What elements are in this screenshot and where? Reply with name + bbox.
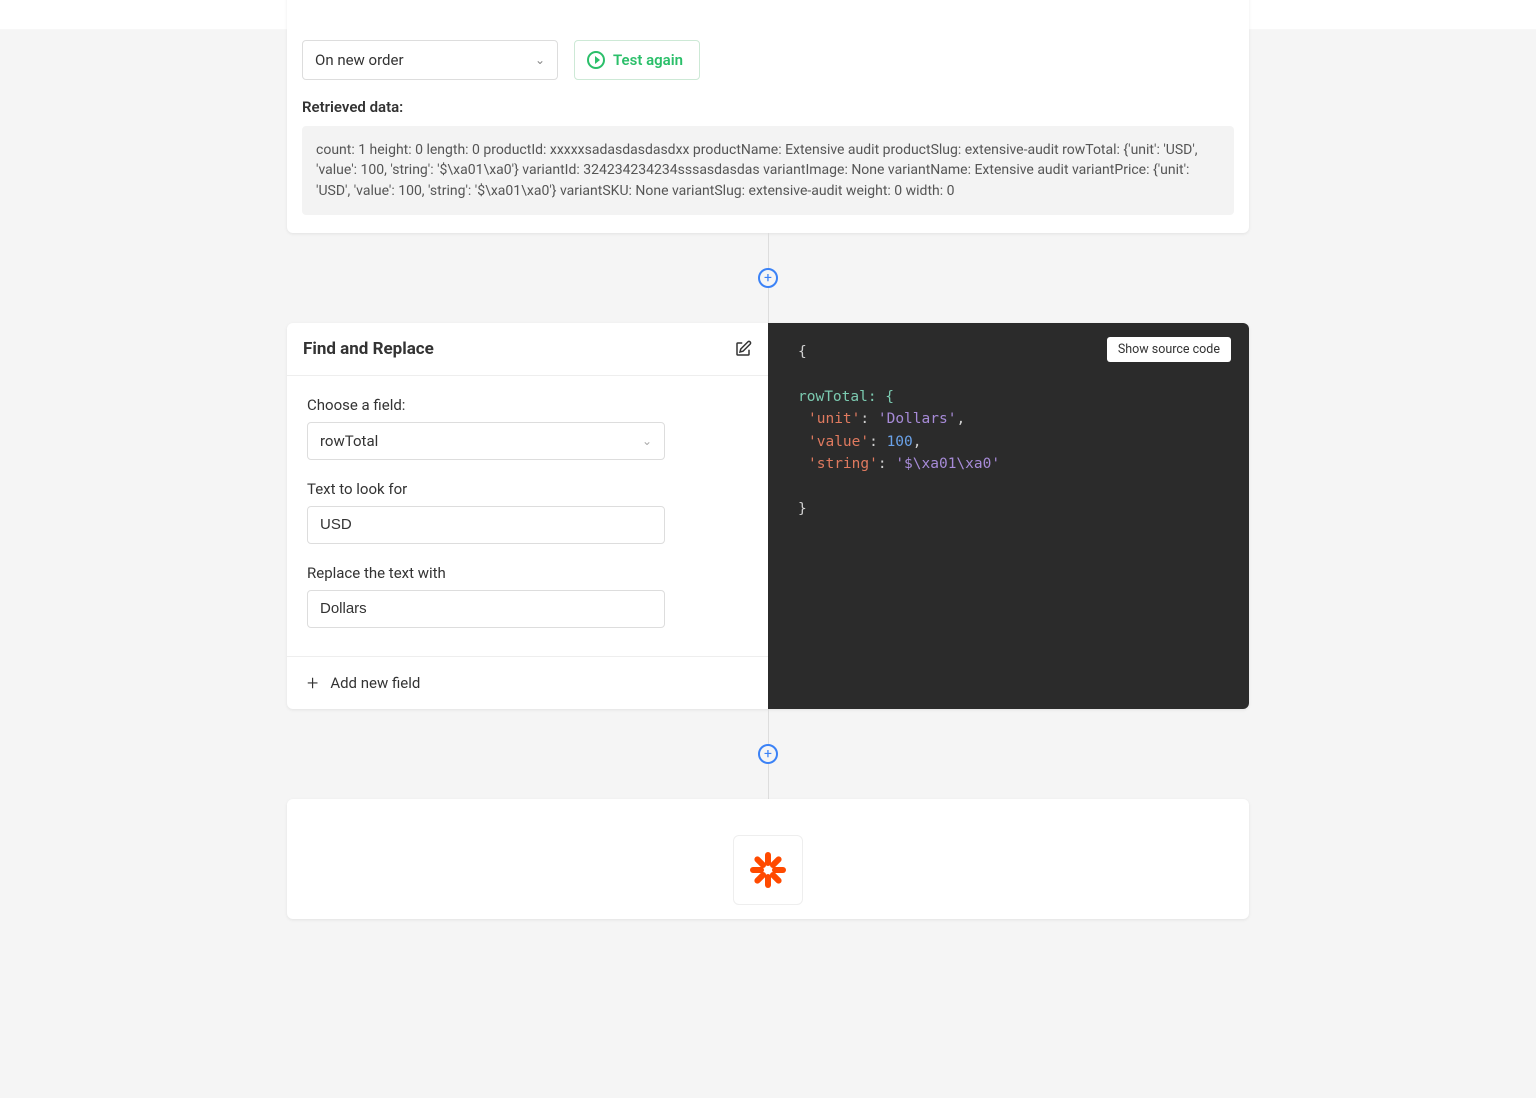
add-step-button[interactable]: + xyxy=(758,744,778,764)
look-for-input-el[interactable] xyxy=(320,516,652,533)
code-val-string: '$\xa01\xa0' xyxy=(895,456,1000,472)
zapier-icon xyxy=(748,850,788,890)
replace-with-label: Replace the text with xyxy=(307,564,748,582)
app-logo-box xyxy=(733,835,803,905)
flow-connector: + xyxy=(767,709,769,799)
look-for-label: Text to look for xyxy=(307,480,748,498)
code-field: rowTotal: { xyxy=(798,389,894,405)
find-replace-title: Find and Replace xyxy=(303,339,434,359)
code-key-value: 'value' xyxy=(808,434,869,450)
code-key-unit: 'unit' xyxy=(808,411,860,427)
edit-icon[interactable] xyxy=(734,340,752,358)
chevron-down-icon: ⌄ xyxy=(535,53,545,67)
play-circle-icon xyxy=(587,51,605,69)
plus-icon: + xyxy=(307,673,318,693)
code-val-value: 100 xyxy=(887,434,913,450)
replace-with-input[interactable] xyxy=(307,590,665,628)
choose-field-select[interactable]: rowTotal ⌄ xyxy=(307,422,665,460)
trigger-event-select[interactable]: On new order ⌄ xyxy=(302,40,558,80)
show-source-code-button[interactable]: Show source code xyxy=(1107,337,1231,362)
action-card xyxy=(287,799,1249,919)
add-new-field-button[interactable]: + Add new field xyxy=(287,656,768,709)
code-key-string: 'string' xyxy=(808,456,878,472)
choose-field-value: rowTotal xyxy=(320,432,378,450)
find-replace-card: Find and Replace Choose a field: rowTota… xyxy=(287,323,1249,709)
retrieved-data-label: Retrieved data: xyxy=(302,98,1234,116)
add-new-field-label: Add new field xyxy=(330,674,420,692)
code-val-unit: 'Dollars' xyxy=(878,411,957,427)
trigger-card: On new order ⌄ Test again Retrieved data… xyxy=(287,0,1249,233)
chevron-down-icon: ⌄ xyxy=(642,434,652,448)
test-again-label: Test again xyxy=(613,51,683,69)
look-for-input[interactable] xyxy=(307,506,665,544)
flow-connector: + xyxy=(767,233,769,323)
trigger-event-value: On new order xyxy=(315,51,404,69)
code-line-close: } xyxy=(798,498,1231,520)
test-again-button[interactable]: Test again xyxy=(574,40,700,80)
retrieved-data-body: count: 1 height: 0 length: 0 productId: … xyxy=(302,126,1234,215)
add-step-button[interactable]: + xyxy=(758,268,778,288)
choose-field-label: Choose a field: xyxy=(307,396,748,414)
code-preview-panel: Show source code { rowTotal: { 'unit': '… xyxy=(768,323,1249,709)
replace-with-input-el[interactable] xyxy=(320,600,652,617)
